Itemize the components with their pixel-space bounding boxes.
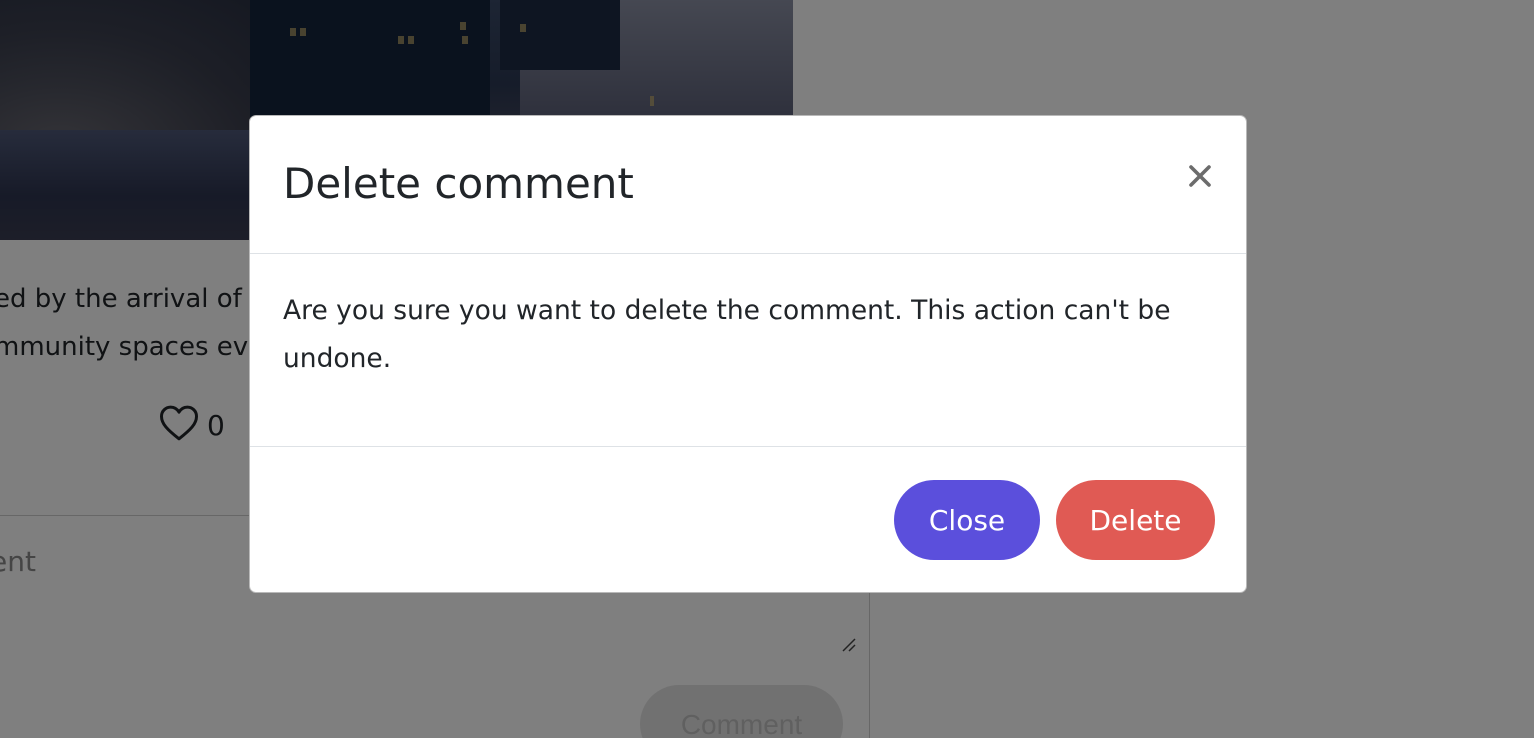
modal-title: Delete comment: [283, 159, 634, 208]
modal-footer: Close Delete: [250, 447, 1246, 592]
close-button[interactable]: Close: [894, 480, 1040, 560]
modal-message: Are you sure you want to delete the comm…: [283, 295, 1171, 374]
close-x-icon: [1189, 165, 1211, 187]
modal-dismiss-button[interactable]: [1182, 158, 1218, 194]
delete-comment-modal: Delete comment Are you sure you want to …: [249, 115, 1247, 593]
post-detail-page: ed by the arrival of mmunity spaces ev 0…: [0, 0, 1534, 738]
delete-button[interactable]: Delete: [1056, 480, 1215, 560]
modal-body: Are you sure you want to delete the comm…: [250, 254, 1246, 447]
modal-header: Delete comment: [250, 116, 1246, 254]
